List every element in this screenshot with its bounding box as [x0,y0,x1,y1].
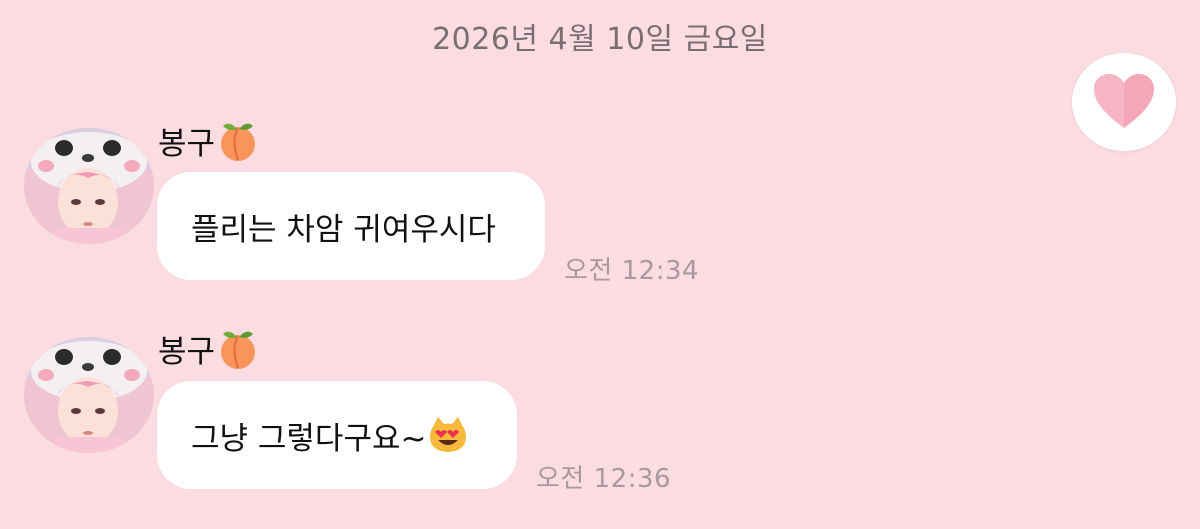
avatar[interactable] [24,128,154,244]
message-time: 오전 12:36 [536,464,672,494]
sender-name: 봉구 [158,326,259,371]
message-text: 그냥 그렇다구요~ [191,420,427,457]
sender-name-text: 봉구 [158,334,216,370]
sender-name-text: 봉구 [158,126,216,162]
message-bubble[interactable]: 플리는 차암 귀여우시다 [157,172,545,280]
message-text: 플리는 차암 귀여우시다 [191,211,496,248]
heart-icon [1094,74,1154,128]
message-bubble[interactable]: 그냥 그렇다구요~ [157,381,517,489]
smiling-cat-heart-eyes-icon [430,417,467,452]
heart-reaction-button[interactable] [1072,53,1176,151]
peach-icon [221,123,256,161]
sender-name: 봉구 [158,118,259,163]
peach-icon [221,331,256,369]
message-time: 오전 12:34 [564,256,700,286]
avatar[interactable] [24,337,154,453]
date-header: 2026년 4월 10일 금요일 [432,22,768,57]
